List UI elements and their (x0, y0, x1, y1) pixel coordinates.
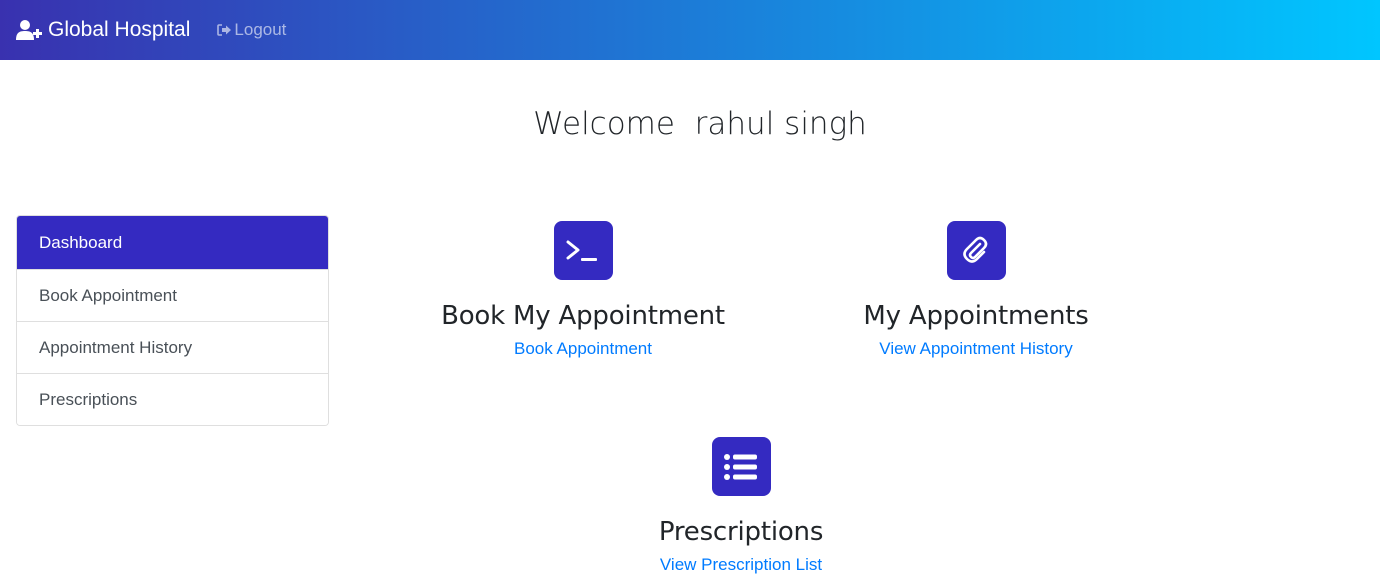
brand-link[interactable]: Global Hospital (16, 18, 190, 42)
card-title-book-my-appointment: Book My Appointment (441, 301, 725, 331)
terminal-icon (553, 221, 613, 280)
sidebar-nav: Dashboard Book Appointment Appointment H… (16, 215, 329, 426)
brand-label: Global Hospital (48, 18, 191, 41)
sidebar-item-appointment-history[interactable]: Appointment History (17, 321, 328, 373)
sidebar-item-dashboard[interactable]: Dashboard (17, 216, 328, 269)
book-appointment-card: Book My Appointment Book Appointment (433, 221, 733, 359)
sign-out-icon (216, 22, 232, 38)
my-appointments-card: My Appointments View Appointment History (826, 221, 1126, 359)
prescriptions-card: Prescriptions View Prescription List (591, 437, 891, 575)
sidebar-item-book-appointment[interactable]: Book Appointment (17, 269, 328, 321)
logout-label: Logout (234, 20, 287, 39)
paperclip-icon (946, 221, 1006, 280)
sidebar-item-prescriptions[interactable]: Prescriptions (17, 373, 328, 425)
list-icon (711, 437, 771, 496)
user-plus-icon (16, 19, 42, 41)
logout-link[interactable]: Logout (216, 20, 286, 40)
view-prescription-list-link[interactable]: View Prescription List (591, 555, 891, 575)
card-title-my-appointments: My Appointments (863, 301, 1089, 331)
view-appointment-history-link[interactable]: View Appointment History (826, 339, 1126, 359)
book-appointment-link[interactable]: Book Appointment (433, 339, 733, 359)
card-title-prescriptions: Prescriptions (658, 517, 824, 547)
navbar: Global Hospital Logout (0, 0, 1380, 60)
welcome-heading: Welcome rahul singh (533, 106, 867, 142)
